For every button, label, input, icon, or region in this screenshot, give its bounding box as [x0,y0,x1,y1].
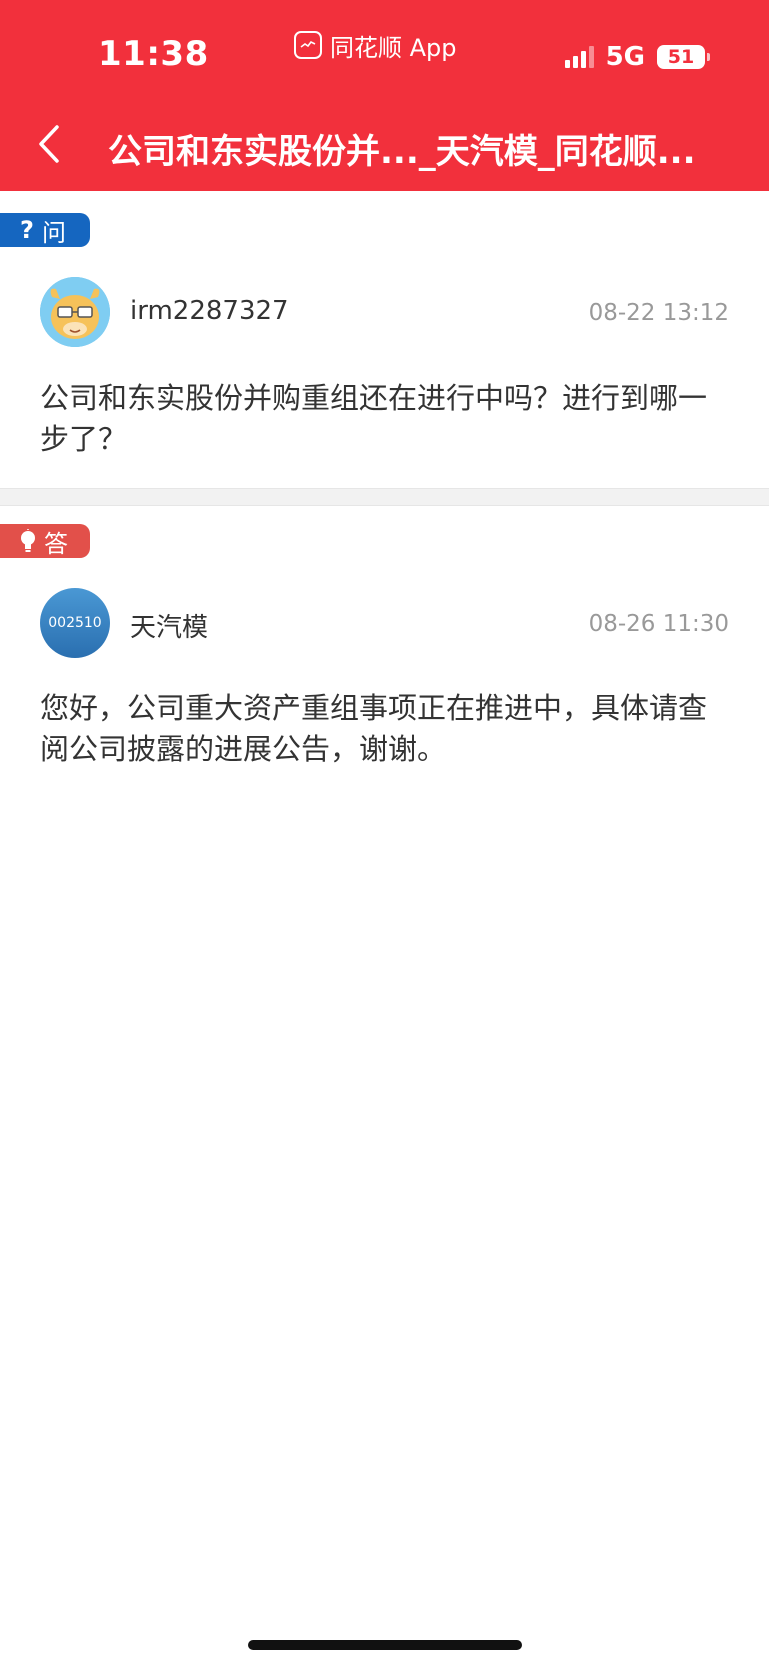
answer-tag: 答 [0,524,90,558]
question-tag-label: 问 [42,218,66,247]
battery-level: 51 [667,46,695,68]
lightbulb-icon [21,529,35,552]
chevron-left-icon [39,125,59,163]
app-logo-icon [294,31,322,59]
user-avatar[interactable] [40,277,110,347]
home-indicator[interactable] [248,1640,522,1650]
battery-icon: 51 [657,45,710,69]
company-avatar[interactable]: 002510 [40,588,110,658]
question-tag: ? 问 [0,213,90,247]
status-time: 11:38 [98,34,209,74]
page-title: 公司和东实股份并..._天汽模_同花顺... [108,132,696,172]
network-type: 5G [605,42,645,72]
question-mark-icon: ? [20,216,34,244]
status-indicators: 5G 51 [564,42,710,72]
question-time: 08-22 13:12 [588,300,729,326]
status-app-name: 同花顺 App [330,33,457,62]
status-app-indicator[interactable]: 同花顺 App [294,30,457,62]
app-header: 11:38 同花顺 App 5G 51 公司和东实股份并..._天汽模_同花顺.… [0,0,769,191]
question-username[interactable]: irm2287327 [130,296,289,326]
answer-username[interactable]: 天汽模 [130,607,208,644]
cow-mascot-icon [40,277,110,347]
section-divider [0,488,769,506]
answer-content: 您好，公司重大资产重组事项正在推进中，具体请查阅公司披露的进展公告，谢谢。 [40,691,708,766]
signal-icon [564,46,594,68]
answer-time: 08-26 11:30 [588,611,729,637]
answer-tag-label: 答 [44,529,68,558]
question-content: 公司和东实股份并购重组还在进行中吗？进行到哪一步了？ [40,381,708,456]
back-button[interactable] [32,122,66,166]
company-stock-code: 002510 [48,615,102,631]
